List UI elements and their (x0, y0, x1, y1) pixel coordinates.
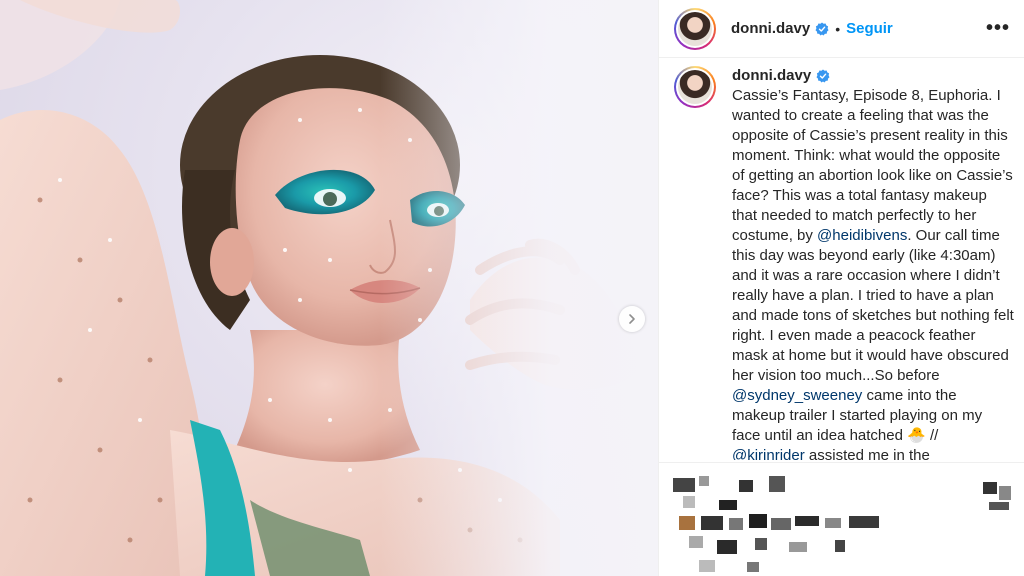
caption-avatar[interactable] (674, 66, 716, 108)
pixel-block (689, 536, 703, 548)
pixel-block (755, 538, 767, 550)
pixel-block (769, 476, 785, 492)
caption-segment: // (925, 427, 939, 444)
mention-link[interactable]: @sydney_sweeney (732, 387, 862, 404)
pixel-block (729, 518, 743, 530)
pixel-block (739, 480, 753, 492)
pixel-block (747, 562, 759, 572)
caption-segment: Cassie’s Fantasy, Episode 8, Euphoria. I… (732, 87, 1013, 244)
post-photo (0, 0, 658, 576)
pixel-block (683, 496, 695, 508)
next-photo-button[interactable] (619, 306, 645, 332)
pixel-block (673, 478, 695, 492)
caption-segment: . Our call time this day was beyond earl… (732, 227, 1014, 384)
follow-button[interactable]: Seguir (846, 20, 893, 37)
photo-haze (380, 0, 658, 576)
header-username[interactable]: donni.davy (731, 20, 810, 37)
pixel-block (989, 502, 1009, 510)
verified-badge-icon (815, 22, 829, 35)
avatar-image (678, 70, 712, 104)
mention-link[interactable]: @heidibivens (817, 227, 907, 244)
chevron-right-icon (629, 314, 635, 324)
pixel-block (717, 540, 737, 554)
caption-text: donni.davy Cassie’s Fantasy, Episode 8, … (732, 66, 1014, 460)
pixel-block (749, 514, 767, 528)
divider (659, 462, 1024, 463)
post-side-panel: donni.davy • Seguir ••• donni.davy Cassi… (658, 0, 1024, 576)
caption-username[interactable]: donni.davy (732, 66, 830, 86)
pixel-block (699, 476, 709, 486)
avatar[interactable] (674, 7, 716, 50)
separator-dot: • (835, 20, 841, 37)
pixel-block (835, 540, 845, 552)
pixel-block (701, 516, 723, 530)
caption-block: donni.davy Cassie’s Fantasy, Episode 8, … (674, 66, 1014, 460)
pixel-block (849, 516, 879, 528)
pixel-block (679, 516, 695, 530)
pixel-block (795, 516, 819, 526)
hatching-chick-emoji: 🐣 (907, 427, 926, 444)
pixel-block (983, 482, 997, 494)
more-options-icon[interactable]: ••• (986, 17, 1010, 40)
pixel-block (999, 486, 1011, 500)
pixel-block (719, 500, 737, 510)
pixel-block (771, 518, 791, 530)
pixelated-comments-area (659, 470, 1024, 576)
mention-link[interactable]: @kirinrider (732, 447, 805, 460)
verified-badge-icon (816, 69, 830, 83)
post-header: donni.davy • Seguir ••• (659, 0, 1024, 58)
pixel-block (699, 560, 715, 572)
avatar-image (678, 11, 712, 46)
pixel-block (789, 542, 807, 552)
pixel-block (825, 518, 841, 528)
